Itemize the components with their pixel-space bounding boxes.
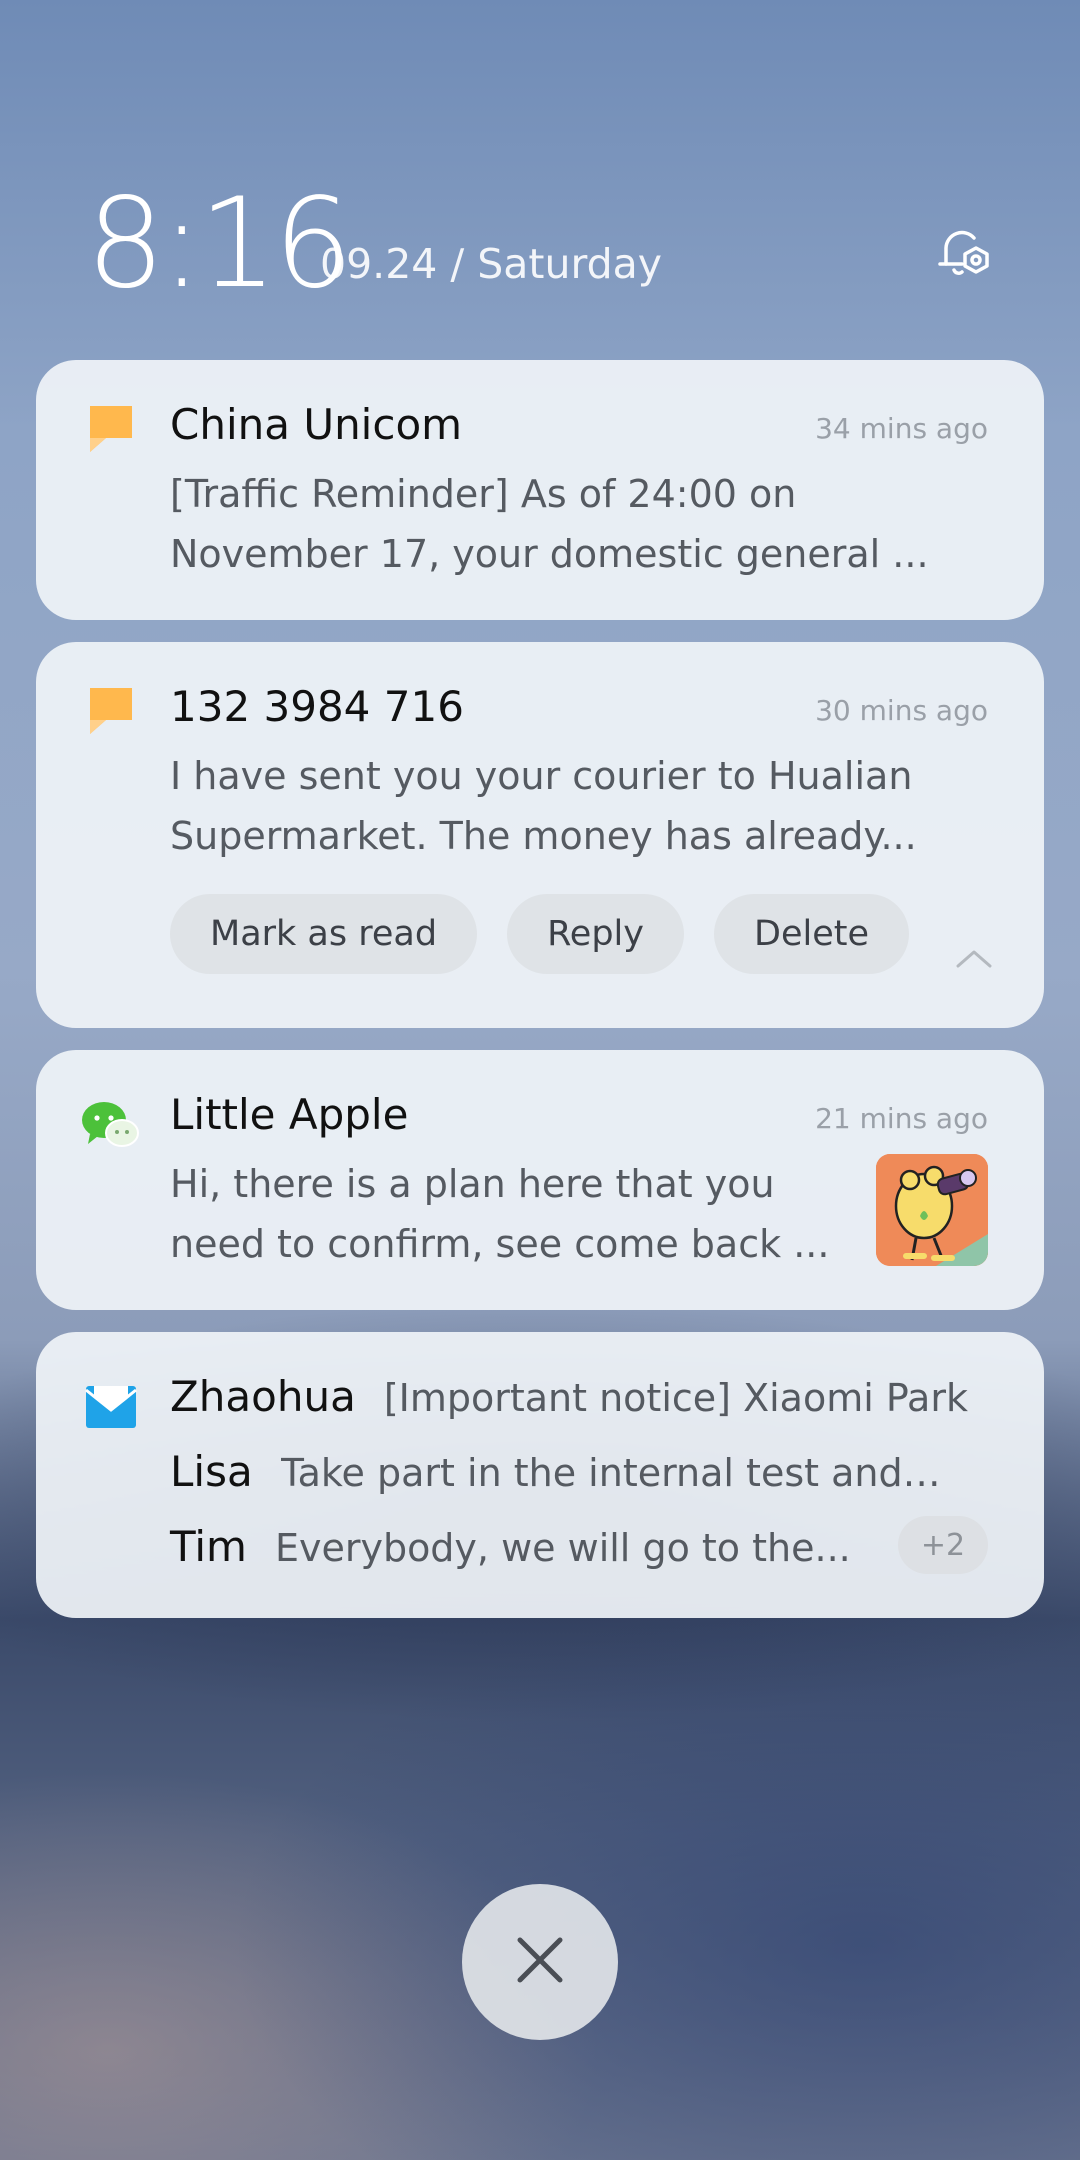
notification-body: [Traffic Reminder] As of 24:00 on Novemb… — [170, 464, 930, 584]
notification-card-wechat[interactable]: Little Apple 21 mins ago Hi, there is a … — [36, 1050, 1044, 1310]
mail-icon — [84, 1382, 138, 1432]
reply-button[interactable]: Reply — [507, 894, 684, 974]
mark-as-read-button[interactable]: Mark as read — [170, 894, 478, 974]
chevron-up-icon[interactable] — [954, 942, 994, 972]
date-label: 09.24 / Saturday — [320, 240, 663, 288]
notification-title: China Unicom — [170, 400, 463, 449]
notification-actions: Mark as read Reply Delete — [170, 894, 909, 974]
notification-time: 34 mins ago — [815, 412, 988, 445]
mail-subject: [Important notice] Xiaomi Park — [383, 1376, 968, 1420]
wechat-icon — [80, 1100, 140, 1150]
mail-subject: Everybody, we will go to the... — [274, 1526, 851, 1570]
mail-sender: Lisa — [170, 1447, 253, 1496]
notification-body: I have sent you your courier to Hualian … — [170, 746, 930, 866]
clock: 8:16 — [86, 172, 352, 316]
message-icon — [86, 686, 136, 736]
sticker-image[interactable] — [876, 1154, 988, 1266]
mail-sender: Tim — [170, 1522, 247, 1571]
notification-time: 30 mins ago — [815, 694, 988, 727]
mail-sender: Zhaohua — [170, 1372, 356, 1421]
notification-line: need to confirm, see come back ... — [170, 1222, 830, 1266]
delete-button[interactable]: Delete — [714, 894, 909, 974]
notification-line: I have sent you your courier to Hualian — [170, 754, 913, 798]
close-icon — [514, 1934, 566, 1990]
notification-title: 132 3984 716 — [170, 682, 464, 731]
clear-all-button[interactable] — [462, 1884, 618, 2040]
notification-line: Hi, there is a plan here that you — [170, 1162, 775, 1206]
notification-card-mail[interactable]: Zhaohua [Important notice] Xiaomi Park L… — [36, 1332, 1044, 1618]
mail-row: Tim Everybody, we will go to the... — [170, 1522, 851, 1571]
mail-row: Lisa Take part in the internal test and … — [170, 1447, 941, 1496]
notification-title: Little Apple — [170, 1090, 409, 1139]
mail-subject: Take part in the internal test and ... — [280, 1451, 941, 1495]
more-count-badge[interactable]: +2 — [898, 1516, 988, 1574]
notification-line: November 17, your domestic general ... — [170, 532, 929, 576]
notification-line: [Traffic Reminder] As of 24:00 on — [170, 472, 797, 516]
notification-body: Hi, there is a plan here that you need t… — [170, 1154, 870, 1274]
mail-row: Zhaohua [Important notice] Xiaomi Park — [170, 1372, 968, 1421]
bell-settings-icon[interactable] — [932, 222, 996, 286]
notification-line: Supermarket. The money has already... — [170, 814, 917, 858]
notification-time: 21 mins ago — [815, 1102, 988, 1135]
notification-card-sms[interactable]: 132 3984 716 30 mins ago I have sent you… — [36, 642, 1044, 1028]
message-icon — [86, 404, 136, 454]
notification-card-china-unicom[interactable]: China Unicom 34 mins ago [Traffic Remind… — [36, 360, 1044, 620]
